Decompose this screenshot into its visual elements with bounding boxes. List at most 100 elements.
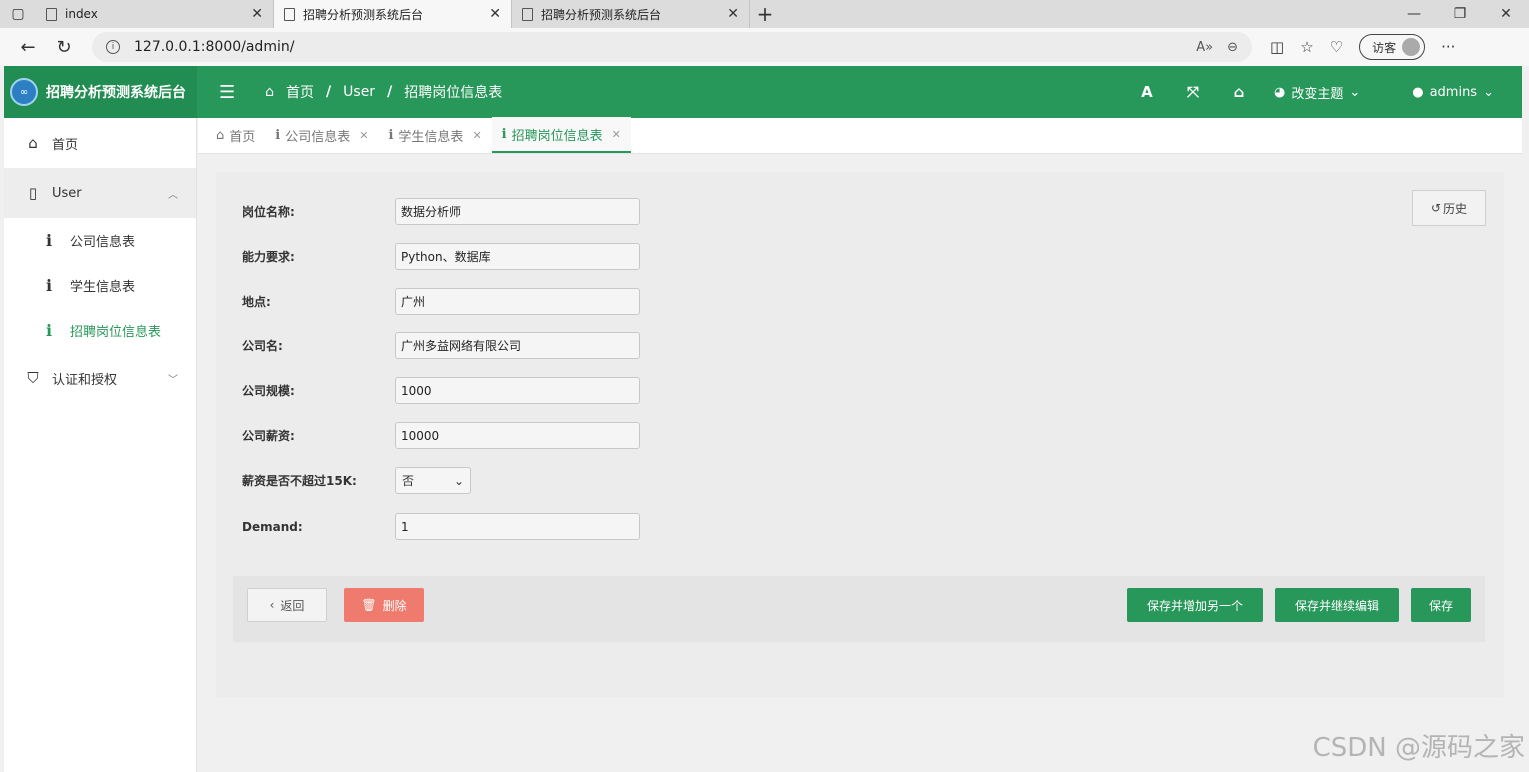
breadcrumb-separator: / [387, 84, 393, 100]
sidebar-item-home[interactable]: ⌂ 首页 [4, 118, 196, 168]
back-button[interactable]: ‹ 返回 [247, 588, 327, 622]
breadcrumb-current: 招聘岗位信息表 [404, 85, 503, 101]
job-title-input[interactable] [395, 198, 640, 225]
field-row: 公司规模: [242, 377, 640, 404]
tab-label: 招聘岗位信息表 [511, 128, 603, 144]
tab-label: 首页 [229, 129, 256, 145]
brand-area[interactable]: ∞ 招聘分析预测系统后台 [4, 66, 197, 118]
info-icon: i [46, 231, 53, 250]
page-icon [522, 7, 533, 21]
sidebar-item-student[interactable]: i 学生信息表 [4, 263, 196, 308]
browser-tab-title: index [65, 7, 98, 21]
demand-input[interactable] [395, 513, 640, 540]
history-button[interactable]: ↺ 历史 [1412, 190, 1486, 226]
salary-threshold-select[interactable]: 否 ⌄ [395, 467, 471, 494]
save-button[interactable]: 保存 [1411, 588, 1471, 622]
close-icon[interactable]: ✕ [359, 129, 368, 142]
split-screen-icon[interactable]: ◫ [1270, 38, 1284, 56]
salary-input[interactable] [395, 422, 640, 449]
history-icon: ↺ [1430, 201, 1442, 215]
tab-label: 学生信息表 [398, 129, 464, 145]
font-size-icon[interactable]: A [1124, 83, 1170, 101]
favorites-icon[interactable]: ☆ [1300, 38, 1313, 56]
read-aloud-icon[interactable]: A» [1196, 40, 1213, 55]
company-name-input[interactable] [395, 332, 640, 359]
minimize-icon[interactable]: — [1391, 0, 1437, 28]
close-window-icon[interactable]: ✕ [1483, 0, 1529, 28]
content-tabs: ⌂ 首页 i 公司信息表 ✕ i 学生信息表 ✕ i 招聘岗位信息表 ✕ [198, 117, 1522, 154]
user-label: admins [1429, 84, 1478, 100]
button-label: 保存并增加另一个 [1146, 598, 1243, 613]
url-text: 127.0.0.1:8000/admin/ [134, 39, 295, 55]
breadcrumb-home[interactable]: 首页 [286, 82, 314, 102]
site-info-icon[interactable]: i [106, 40, 120, 54]
page-icon [46, 7, 57, 21]
back-arrow-icon[interactable]: ← [10, 37, 46, 58]
close-icon[interactable]: ✕ [727, 6, 739, 22]
app-header: ∞ 招聘分析预测系统后台 ☰ ⌂ 首页 / User / 招聘岗位信息表 A ⤧… [4, 66, 1522, 118]
info-icon: i [388, 127, 394, 143]
reload-icon[interactable]: ↻ [46, 37, 82, 58]
breadcrumb-user[interactable]: User [343, 84, 375, 100]
browser-tab[interactable]: 招聘分析预测系统后台 ✕ [512, 0, 750, 28]
browser-tab-active[interactable]: 招聘分析预测系统后台 ✕ [274, 0, 512, 28]
tab-company[interactable]: i 公司信息表 ✕ [265, 117, 378, 153]
file-icon: ▯ [28, 184, 38, 202]
avatar [1402, 38, 1421, 56]
select-value: 否 [402, 474, 415, 488]
info-icon: i [46, 321, 53, 340]
sidebar-group-auth[interactable]: ⛉ 认证和授权 ﹀ [4, 353, 196, 403]
home-icon[interactable]: ⌂ [1216, 83, 1262, 101]
zoom-icon[interactable]: ⊖ [1227, 40, 1238, 55]
tab-student[interactable]: i 学生信息表 ✕ [378, 117, 491, 153]
sidebar-group-user[interactable]: ▯ User ︿ [4, 168, 196, 218]
chevron-down-icon: ⌄ [1349, 84, 1361, 100]
history-label: 历史 [1443, 201, 1468, 216]
more-icon[interactable]: ··· [1441, 38, 1455, 56]
tab-actions-icon[interactable]: ▢ [0, 0, 36, 28]
close-icon[interactable]: ✕ [251, 6, 263, 22]
tab-home[interactable]: ⌂ 首页 [206, 117, 265, 153]
menu-toggle-icon[interactable]: ☰ [219, 82, 235, 103]
delete-button[interactable]: 🗑 删除 [344, 588, 424, 622]
theme-dropdown[interactable]: ◕ 改变主题 ⌄ [1274, 83, 1360, 102]
button-label: 保存并继续编辑 [1294, 598, 1379, 613]
company-size-input[interactable] [395, 377, 640, 404]
sidebar: ⌂ 首页 ▯ User ︿ i 公司信息表 i 学生信息表 i 招聘岗位信息表 … [4, 118, 197, 772]
field-row: 薪资是否不超过15K: 否 ⌄ [242, 467, 471, 494]
url-field[interactable]: i 127.0.0.1:8000/admin/ A» ⊖ [92, 32, 1252, 62]
close-icon[interactable]: ✕ [472, 129, 481, 142]
field-label: 能力要求: [242, 250, 295, 264]
browser-tabstrip: ▢ index ✕ 招聘分析预测系统后台 ✕ 招聘分析预测系统后台 ✕ + — … [0, 0, 1529, 28]
sidebar-item-label: 学生信息表 [70, 280, 136, 295]
new-tab-button[interactable]: + [750, 2, 780, 26]
address-bar: ← ↻ i 127.0.0.1:8000/admin/ A» ⊖ ◫ ☆ ♡ 访… [0, 28, 1529, 66]
browser-tab-title: 招聘分析预测系统后台 [541, 7, 662, 22]
brand-title: 招聘分析预测系统后台 [46, 85, 186, 101]
restore-icon[interactable]: ❐ [1437, 0, 1483, 28]
save-and-add-button[interactable]: 保存并增加另一个 [1127, 588, 1263, 622]
field-label: 薪资是否不超过15K: [242, 474, 357, 488]
sidebar-item-job[interactable]: i 招聘岗位信息表 [4, 308, 196, 353]
chevron-up-icon: ︿ [168, 189, 178, 201]
window-controls: — ❐ ✕ [1391, 0, 1529, 28]
location-input[interactable] [395, 288, 640, 315]
browser-essentials-icon[interactable]: ♡ [1330, 38, 1343, 56]
browser-tab-title: 招聘分析预测系统后台 [303, 7, 424, 22]
sidebar-item-company[interactable]: i 公司信息表 [4, 218, 196, 263]
save-and-continue-button[interactable]: 保存并继续编辑 [1275, 588, 1399, 622]
chevron-down-icon: ﹀ [168, 374, 178, 386]
profile-button[interactable]: 访客 [1359, 34, 1426, 60]
field-row: 公司名: [242, 332, 640, 359]
field-label: 公司薪资: [242, 429, 295, 443]
skills-input[interactable] [395, 243, 640, 270]
browser-tab-index[interactable]: index ✕ [36, 0, 274, 28]
user-dropdown[interactable]: ● admins ⌄ [1412, 85, 1494, 100]
close-icon[interactable]: ✕ [489, 6, 501, 22]
tab-job[interactable]: i 招聘岗位信息表 ✕ [491, 117, 631, 153]
palette-icon: ◕ [1273, 84, 1286, 100]
close-icon[interactable]: ✕ [612, 128, 621, 141]
button-label: 删除 [382, 598, 407, 613]
fullscreen-icon[interactable]: ⤧ [1170, 83, 1216, 101]
shield-icon: ⛉ [27, 369, 39, 387]
